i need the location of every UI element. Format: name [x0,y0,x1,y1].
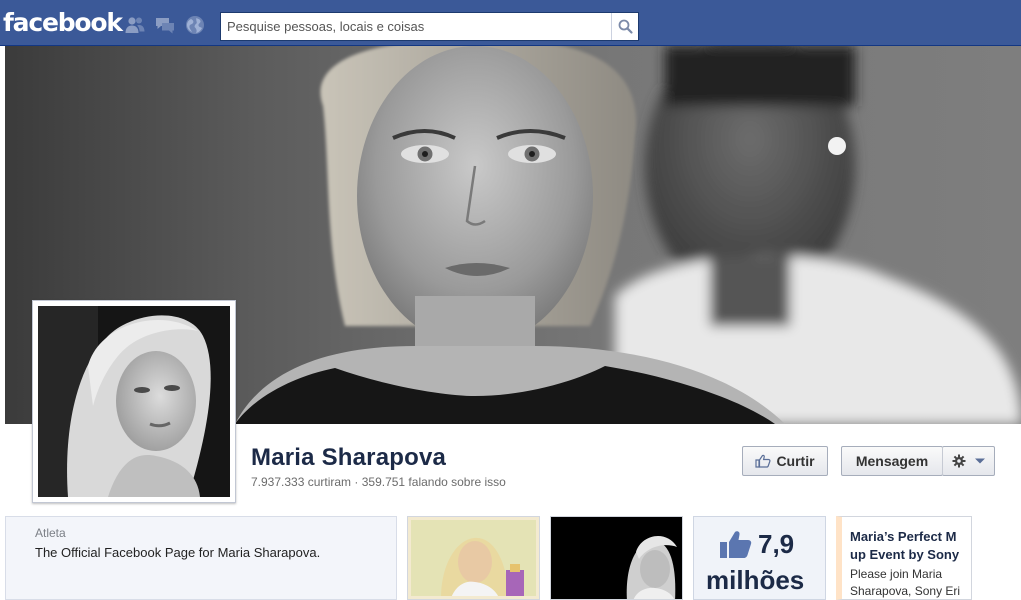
thumbs-up-icon [720,531,752,558]
message-button[interactable]: Mensagem [841,446,943,476]
event-title-line2: up Event by Sony [850,547,960,562]
facebook-page: facebook Pesquise pessoas, locais e cois… [0,0,1021,600]
event-text-line2: Sharapova, Sony Eri [850,584,961,598]
about-panel: Atleta The Official Facebook Page for Ma… [5,516,397,600]
gear-icon [952,454,965,468]
facebook-logo[interactable]: facebook [3,8,123,38]
search-icon [618,19,633,34]
like-button-label: Curtir [776,453,815,469]
top-bar: facebook [0,0,1021,46]
page-category: Atleta [35,526,66,540]
profile-photo [38,306,230,497]
likes-count: 7,9 [758,529,795,559]
page-stats: 7.937.333 curtiram · 359.751 falando sob… [251,475,506,489]
event-text-line1: Please join Maria [850,567,943,581]
photo-image [411,520,536,596]
search-button[interactable] [611,13,638,40]
video-image [551,517,682,599]
chevron-down-icon [974,458,985,464]
photos-thumbnail[interactable] [407,516,540,600]
profile-picture[interactable] [32,300,236,503]
thumbs-up-icon [755,454,771,468]
friends-icon[interactable] [124,14,146,36]
profile-image [38,306,230,497]
settings-button[interactable] [942,446,995,476]
notifications-globe-icon[interactable] [184,14,206,36]
page-description: The Official Facebook Page for Maria Sha… [35,545,321,560]
message-button-label: Mensagem [855,453,929,469]
event-box[interactable]: Maria’s Perfect M up Event by Sony Pleas… [836,516,972,600]
page-title[interactable]: Maria Sharapova [251,444,446,472]
photo-preview [411,520,536,596]
likes-box[interactable]: 7,9 milhões [693,516,826,600]
event-title-line1: Maria’s Perfect M [850,529,957,544]
video-thumbnail[interactable] [550,516,683,600]
likes-unit: milhões [706,565,805,595]
messages-icon[interactable] [154,14,176,36]
search-bar [220,12,639,41]
like-button[interactable]: Curtir [742,446,828,476]
search-input[interactable] [221,13,611,40]
